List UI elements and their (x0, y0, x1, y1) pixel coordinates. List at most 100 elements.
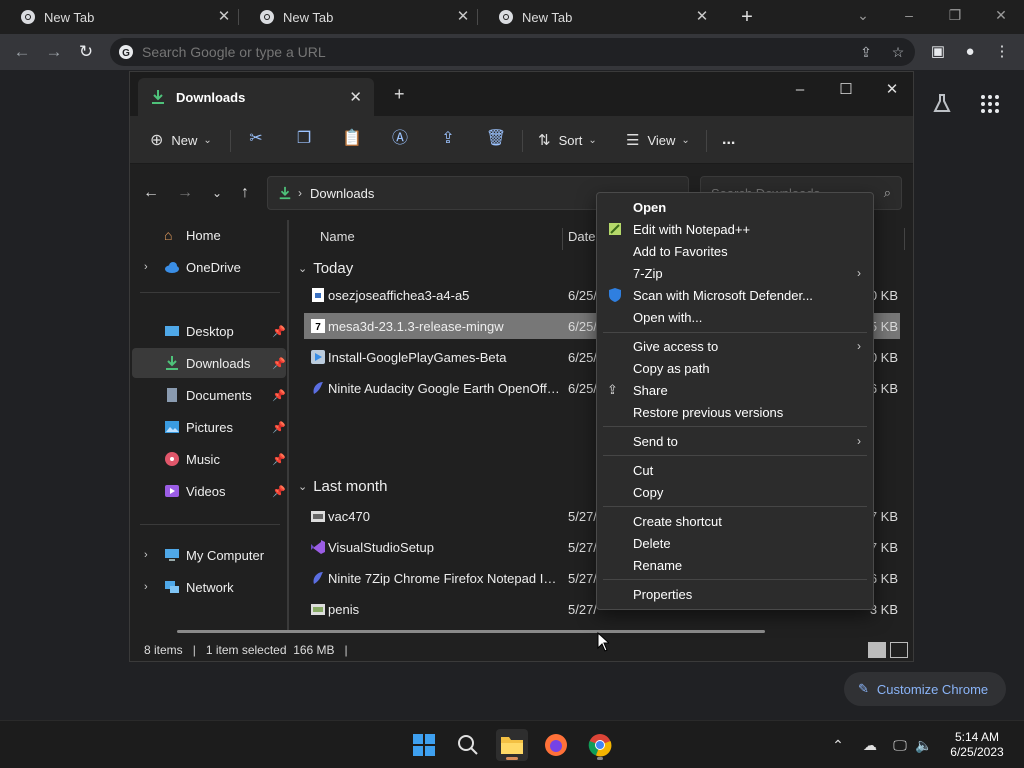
menu-item-scan-defender[interactable]: Scan with Microsoft Defender... (597, 284, 873, 306)
sidebar-scrollbar[interactable] (287, 220, 289, 630)
group-header-today[interactable]: ⌄ Today (298, 256, 353, 280)
chevron-up-icon[interactable]: ⌃ (828, 735, 848, 755)
delete-icon[interactable]: 🗑 (485, 128, 507, 150)
menu-item-add-favorites[interactable]: Add to Favorites (597, 240, 873, 262)
taskbar-file-explorer[interactable] (496, 729, 528, 761)
bookmark-star-icon[interactable]: ☆ (888, 42, 908, 62)
pin-icon[interactable]: 📌 (272, 325, 286, 338)
back-icon[interactable]: ← (140, 182, 162, 204)
sidebar-item-onedrive[interactable]: › OneDrive (132, 252, 286, 282)
menu-item-cut[interactable]: Cut (597, 459, 873, 481)
menu-item-rename[interactable]: Rename (597, 554, 873, 576)
view-button[interactable]: ☰ View ⌄ (626, 126, 690, 154)
chevron-right-icon[interactable]: › (144, 549, 148, 561)
new-button[interactable]: ⊕ New ⌄ (150, 126, 212, 154)
chevron-right-icon[interactable]: › (144, 261, 148, 273)
sidebar-item-desktop[interactable]: Desktop 📌 (132, 316, 286, 346)
sidebar-item-pictures[interactable]: Pictures 📌 (132, 412, 286, 442)
column-separator[interactable] (562, 228, 563, 250)
pin-icon[interactable]: 📌 (272, 357, 286, 370)
up-icon[interactable]: ↑ (234, 182, 256, 204)
group-header-last-month[interactable]: ⌄ Last month (298, 474, 387, 498)
recent-locations-icon[interactable]: ⌄ (206, 182, 228, 204)
volume-icon[interactable]: 🔈 (914, 735, 934, 755)
tab-close-icon[interactable]: ✕ (694, 9, 710, 25)
menu-item-send-to[interactable]: Send to › (597, 430, 873, 452)
details-view-icon[interactable] (868, 642, 886, 658)
explorer-new-tab-button[interactable]: + (394, 84, 405, 105)
restore-icon[interactable]: ❐ (940, 4, 970, 26)
forward-icon[interactable]: → (42, 40, 66, 64)
sidebar-item-home[interactable]: ⌂ Home (132, 220, 286, 250)
pin-icon[interactable]: 📌 (272, 453, 286, 466)
copy-icon[interactable]: ❐ (293, 128, 315, 150)
new-tab-button[interactable]: + (736, 6, 758, 28)
menu-item-open[interactable]: Open (597, 196, 873, 218)
minimize-icon[interactable]: – (780, 76, 820, 104)
tab-search-icon[interactable]: ⌄ (848, 4, 878, 26)
taskbar-chrome[interactable] (584, 729, 616, 761)
close-window-icon[interactable]: ✕ (986, 4, 1016, 26)
column-separator[interactable] (904, 228, 905, 250)
menu-item-copy[interactable]: Copy (597, 481, 873, 503)
chevron-right-icon[interactable]: › (144, 581, 148, 593)
omnibox[interactable]: G ⇪ ☆ (110, 38, 915, 66)
omnibox-input[interactable] (142, 44, 915, 60)
labs-flask-icon[interactable] (930, 92, 954, 116)
pin-icon[interactable]: 📌 (272, 485, 286, 498)
sort-button[interactable]: ⇅ Sort ⌄ (538, 126, 597, 154)
sidebar-item-my-computer[interactable]: › My Computer (132, 540, 286, 570)
chrome-tab[interactable]: New Tab ✕ (239, 0, 478, 34)
rename-icon[interactable]: Ⓐ (389, 128, 411, 150)
forward-icon[interactable]: → (174, 182, 196, 204)
menu-item-restore-versions[interactable]: Restore previous versions (597, 401, 873, 423)
chrome-tab[interactable]: New Tab ✕ (0, 0, 239, 34)
tiles-view-icon[interactable] (890, 642, 908, 658)
column-header-name[interactable]: Name (320, 222, 355, 252)
customize-chrome-button[interactable]: ✎ Customize Chrome (844, 672, 1006, 706)
menu-item-properties[interactable]: Properties (597, 583, 873, 605)
cut-icon[interactable]: ✂ (245, 128, 267, 150)
pin-icon[interactable]: 📌 (272, 421, 286, 434)
sidebar-item-downloads[interactable]: Downloads 📌 (132, 348, 286, 378)
close-window-icon[interactable]: ✕ (872, 76, 912, 104)
tab-close-icon[interactable]: ✕ (455, 9, 471, 25)
share-icon[interactable]: ⇪ (856, 42, 876, 62)
menu-item-share[interactable]: ⇪ Share (597, 379, 873, 401)
start-button[interactable] (408, 729, 440, 761)
taskbar-firefox[interactable] (540, 729, 572, 761)
column-header-date[interactable]: Date (568, 222, 595, 252)
tab-close-icon[interactable]: ✕ (216, 9, 232, 25)
clock[interactable]: 5:14 AM 6/25/2023 (940, 730, 1014, 760)
back-icon[interactable]: ← (10, 40, 34, 64)
sidebar-item-network[interactable]: › Network (132, 572, 286, 602)
pin-icon[interactable]: 📌 (272, 389, 286, 402)
search-button[interactable] (452, 729, 484, 761)
horizontal-scrollbar[interactable] (177, 630, 765, 633)
menu-item-delete[interactable]: Delete (597, 532, 873, 554)
close-tab-icon[interactable]: ✕ (349, 88, 362, 106)
sidebar-item-videos[interactable]: Videos 📌 (132, 476, 286, 506)
menu-item-create-shortcut[interactable]: Create shortcut (597, 510, 873, 532)
onedrive-offline-icon[interactable]: ☁ (860, 735, 880, 755)
menu-item-7zip[interactable]: 7-Zip › (597, 262, 873, 284)
menu-item-give-access[interactable]: Give access to › (597, 335, 873, 357)
maximize-icon[interactable]: ☐ (826, 76, 866, 104)
sidebar-item-documents[interactable]: Documents 📌 (132, 380, 286, 410)
menu-item-edit-notepadpp[interactable]: Edit with Notepad++ (597, 218, 873, 240)
menu-item-open-with[interactable]: Open with... (597, 306, 873, 328)
chrome-tab[interactable]: New Tab ✕ (478, 0, 716, 34)
sidebar-item-music[interactable]: Music 📌 (132, 444, 286, 474)
reload-icon[interactable]: ↻ (74, 40, 98, 64)
side-panel-icon[interactable]: ▣ (928, 42, 948, 62)
menu-item-copy-path[interactable]: Copy as path (597, 357, 873, 379)
google-apps-icon[interactable] (978, 92, 1002, 116)
share-icon[interactable]: ⇪ (437, 128, 459, 150)
menu-kebab-icon[interactable]: ⋮ (992, 42, 1012, 62)
profile-icon[interactable]: ● (960, 42, 980, 62)
paste-icon[interactable]: 📋 (341, 128, 363, 150)
more-options-button[interactable]: ... (722, 126, 735, 154)
explorer-tab-downloads[interactable]: Downloads ✕ (138, 78, 374, 116)
network-icon[interactable]: 🖵 (890, 735, 910, 755)
minimize-icon[interactable]: – (894, 4, 924, 26)
